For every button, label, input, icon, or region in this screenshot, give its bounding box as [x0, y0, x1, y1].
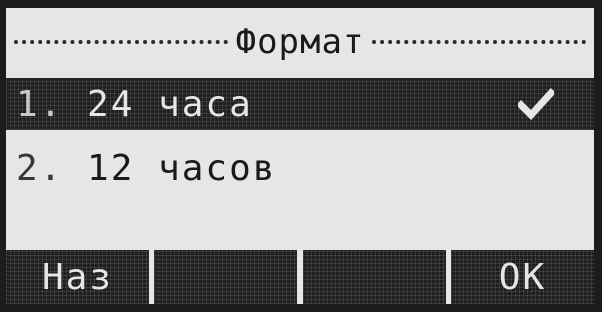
softkey-3[interactable] [302, 250, 446, 304]
menu-item-label: 24 часа [87, 83, 253, 125]
back-softkey[interactable]: Наз [6, 250, 149, 304]
menu-item-spacer [63, 84, 87, 125]
menu-item-index: 1. [16, 83, 64, 125]
menu-item-12-hours[interactable]: 2. 12 часов [6, 142, 594, 194]
title-divider-left [14, 40, 228, 44]
title-divider-right [372, 40, 587, 44]
softkey-2[interactable] [154, 250, 298, 304]
menu-item-spacer [63, 148, 87, 189]
menu-item-24-hours[interactable]: 1. 24 часа [6, 78, 594, 130]
menu-item-label: 12 часов [87, 147, 277, 189]
menu-item-index: 2. [16, 147, 64, 189]
screen-header: Формат [14, 22, 587, 62]
checkmark-icon [518, 88, 554, 120]
lcd-screen: Формат 1. 24 часа 2. 12 часов Наз OK [6, 8, 594, 304]
ok-softkey[interactable]: OK [450, 250, 594, 304]
softkey-bar: Наз OK [6, 250, 594, 304]
page-title: Формат [235, 22, 365, 62]
